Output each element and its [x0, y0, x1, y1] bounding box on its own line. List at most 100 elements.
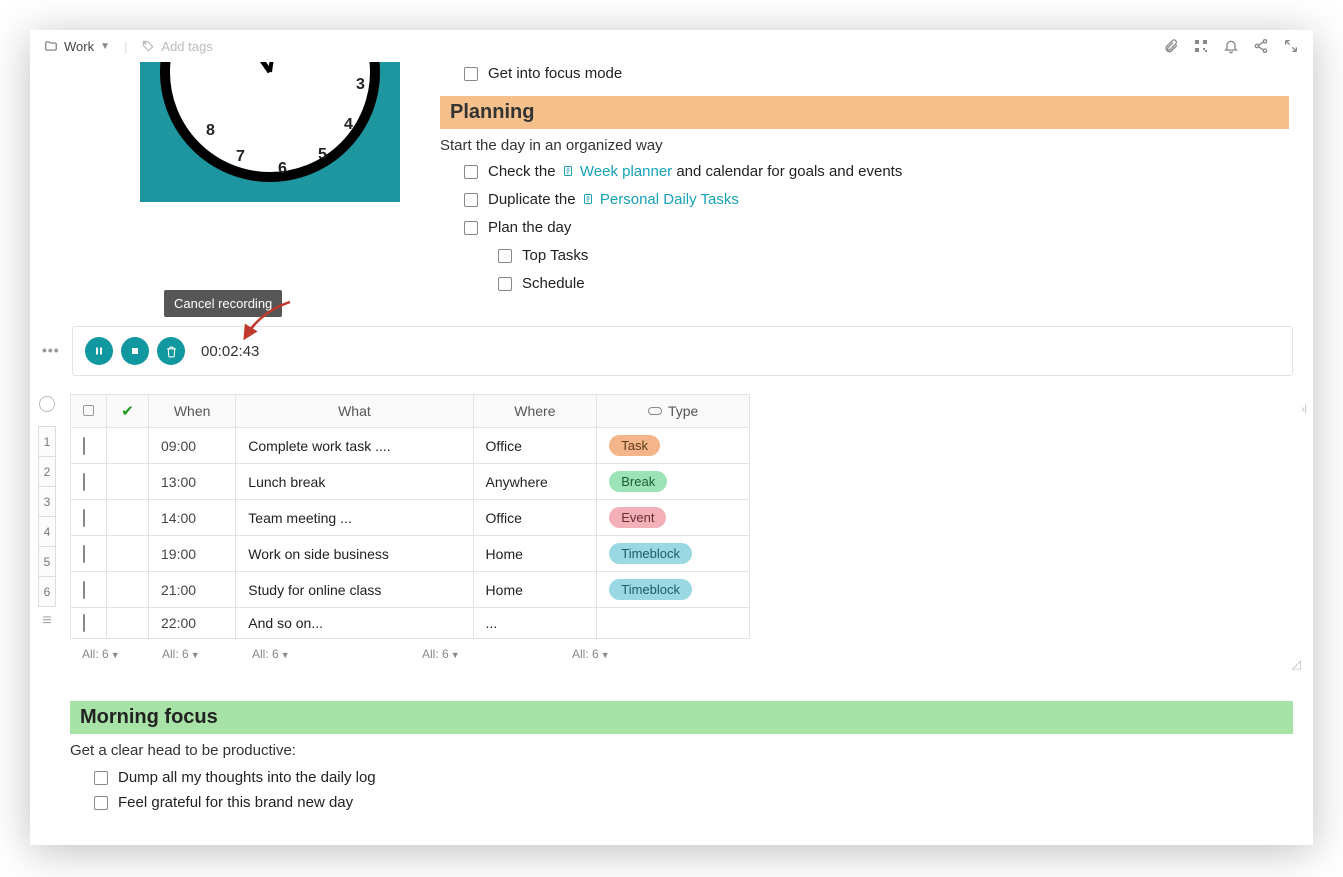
cell-when[interactable]: 22:00 — [149, 608, 236, 639]
type-pill: Timeblock — [609, 543, 692, 564]
resize-handle-icon[interactable]: ◿ — [1292, 657, 1301, 671]
header-what[interactable]: What — [236, 395, 473, 428]
cell-when[interactable]: 21:00 — [149, 572, 236, 608]
expand-columns-icon[interactable]: ›| — [1301, 404, 1307, 415]
add-row-button[interactable]: ≡ — [38, 612, 56, 630]
cell-where[interactable]: Home — [473, 572, 597, 608]
header-where[interactable]: Where — [473, 395, 597, 428]
row-checkbox[interactable] — [83, 581, 85, 599]
checkbox[interactable] — [94, 796, 108, 810]
item-text: Feel grateful for this brand new day — [118, 794, 353, 811]
row-checkbox[interactable] — [83, 614, 85, 632]
checkbox[interactable] — [464, 221, 478, 235]
tag-icon — [141, 39, 155, 53]
row-number[interactable]: 3 — [38, 486, 56, 517]
doc-icon — [562, 164, 574, 176]
table-footers: All: 6▼ All: 6▼ All: 6▼ All: 6▼ All: 6▼ — [70, 643, 1293, 665]
cell-type[interactable]: Event — [597, 500, 750, 536]
week-planner-link[interactable]: Week planner — [580, 163, 672, 180]
cell-where[interactable]: ... — [473, 608, 597, 639]
cell-type[interactable] — [597, 608, 750, 639]
qr-icon[interactable] — [1193, 38, 1209, 54]
checkbox[interactable] — [464, 165, 478, 179]
footer-cell[interactable]: All: 6▼ — [70, 643, 150, 665]
add-tags[interactable]: Add tags — [161, 39, 212, 54]
share-icon[interactable] — [1253, 38, 1269, 54]
pause-recording-button[interactable] — [85, 337, 113, 365]
checkbox[interactable] — [464, 67, 478, 81]
row-number[interactable]: 6 — [38, 576, 56, 607]
footer-cell[interactable]: All: 6▼ — [560, 643, 695, 665]
cell-where[interactable]: Office — [473, 428, 597, 464]
chevron-down-icon[interactable]: ▼ — [100, 41, 110, 52]
cell-what[interactable]: Lunch break — [236, 464, 473, 500]
cell-when[interactable]: 14:00 — [149, 500, 236, 536]
row-checkbox[interactable] — [83, 437, 85, 455]
task-focus-mode: Get into focus mode — [440, 62, 1289, 90]
personal-daily-tasks-link[interactable]: Personal Daily Tasks — [600, 191, 739, 208]
cell-type[interactable]: Break — [597, 464, 750, 500]
footer-cell[interactable]: All: 6▼ — [240, 643, 410, 665]
table-row[interactable]: 19:00Work on side businessHome Timeblock — [71, 536, 750, 572]
cell-what[interactable]: And so on... — [236, 608, 473, 639]
cell-when[interactable]: 19:00 — [149, 536, 236, 572]
cell-where[interactable]: Office — [473, 500, 597, 536]
cell-what[interactable]: Complete work task .... — [236, 428, 473, 464]
row-number[interactable]: 1 — [38, 426, 56, 457]
cancel-recording-button[interactable] — [157, 337, 185, 365]
divider: | — [124, 39, 127, 54]
item-text: Dump all my thoughts into the daily log — [118, 769, 376, 786]
planning-item-0: Check the Week planner and calendar for … — [440, 160, 1289, 188]
row-number[interactable]: 5 — [38, 546, 56, 577]
cell-when[interactable]: 13:00 — [149, 464, 236, 500]
breadcrumb[interactable]: Work — [64, 39, 94, 54]
row-number[interactable]: 2 — [38, 456, 56, 487]
bell-icon[interactable] — [1223, 38, 1239, 54]
row-number[interactable]: 4 — [38, 516, 56, 547]
cell-what[interactable]: Team meeting ... — [236, 500, 473, 536]
cell-type[interactable]: Timeblock — [597, 536, 750, 572]
attachment-icon[interactable] — [1163, 38, 1179, 54]
more-icon[interactable]: ••• — [42, 342, 60, 358]
row-checkbox[interactable] — [83, 509, 85, 527]
cell-what[interactable]: Study for online class — [236, 572, 473, 608]
planning-sub-0: Top Tasks — [440, 244, 1289, 272]
recording-block: Cancel recording ••• 00:02:4 — [70, 326, 1293, 376]
item-text: Schedule — [522, 275, 585, 292]
expand-icon[interactable] — [1283, 38, 1299, 54]
header-type[interactable]: Type — [597, 395, 750, 428]
row-checkbox[interactable] — [83, 545, 85, 563]
table-row[interactable]: 22:00And so on...... — [71, 608, 750, 639]
table-row[interactable]: 21:00Study for online classHomeTimeblock — [71, 572, 750, 608]
checkbox[interactable] — [498, 277, 512, 291]
cell-type[interactable]: Timeblock — [597, 572, 750, 608]
header-when[interactable]: When — [149, 395, 236, 428]
pill-icon — [648, 407, 662, 415]
checkbox[interactable] — [498, 249, 512, 263]
item-text: Plan the day — [488, 219, 571, 236]
header-done-col[interactable]: ✔ — [107, 395, 149, 428]
footer-cell[interactable]: All: 6▼ — [150, 643, 240, 665]
table-row[interactable]: 09:00Complete work task ....Office Task — [71, 428, 750, 464]
checkbox[interactable] — [94, 771, 108, 785]
cell-when[interactable]: 09:00 — [149, 428, 236, 464]
header-checkbox-col[interactable] — [71, 395, 107, 428]
stop-recording-button[interactable] — [121, 337, 149, 365]
morning-focus-item: Feel grateful for this brand new day — [70, 790, 1293, 815]
table-row[interactable]: 13:00Lunch breakAnywhereBreak — [71, 464, 750, 500]
cell-where[interactable]: Anywhere — [473, 464, 597, 500]
planning-item-2: Plan the day — [440, 216, 1289, 244]
cell-where[interactable]: Home — [473, 536, 597, 572]
item-text: Top Tasks — [522, 247, 588, 264]
clock-image: 12 1 2 3 4 5 6 7 8 — [140, 62, 400, 202]
row-checkbox[interactable] — [83, 473, 85, 491]
type-pill: Task — [609, 435, 660, 456]
cell-what[interactable]: Work on side business — [236, 536, 473, 572]
row-select-all[interactable] — [39, 396, 55, 412]
item-text: Check the Week planner and calendar for … — [488, 163, 902, 180]
checkbox[interactable] — [464, 193, 478, 207]
cell-type[interactable]: Task — [597, 428, 750, 464]
check-icon: ✔ — [121, 403, 134, 420]
footer-cell[interactable]: All: 6▼ — [410, 643, 560, 665]
table-row[interactable]: 14:00Team meeting ...OfficeEvent — [71, 500, 750, 536]
